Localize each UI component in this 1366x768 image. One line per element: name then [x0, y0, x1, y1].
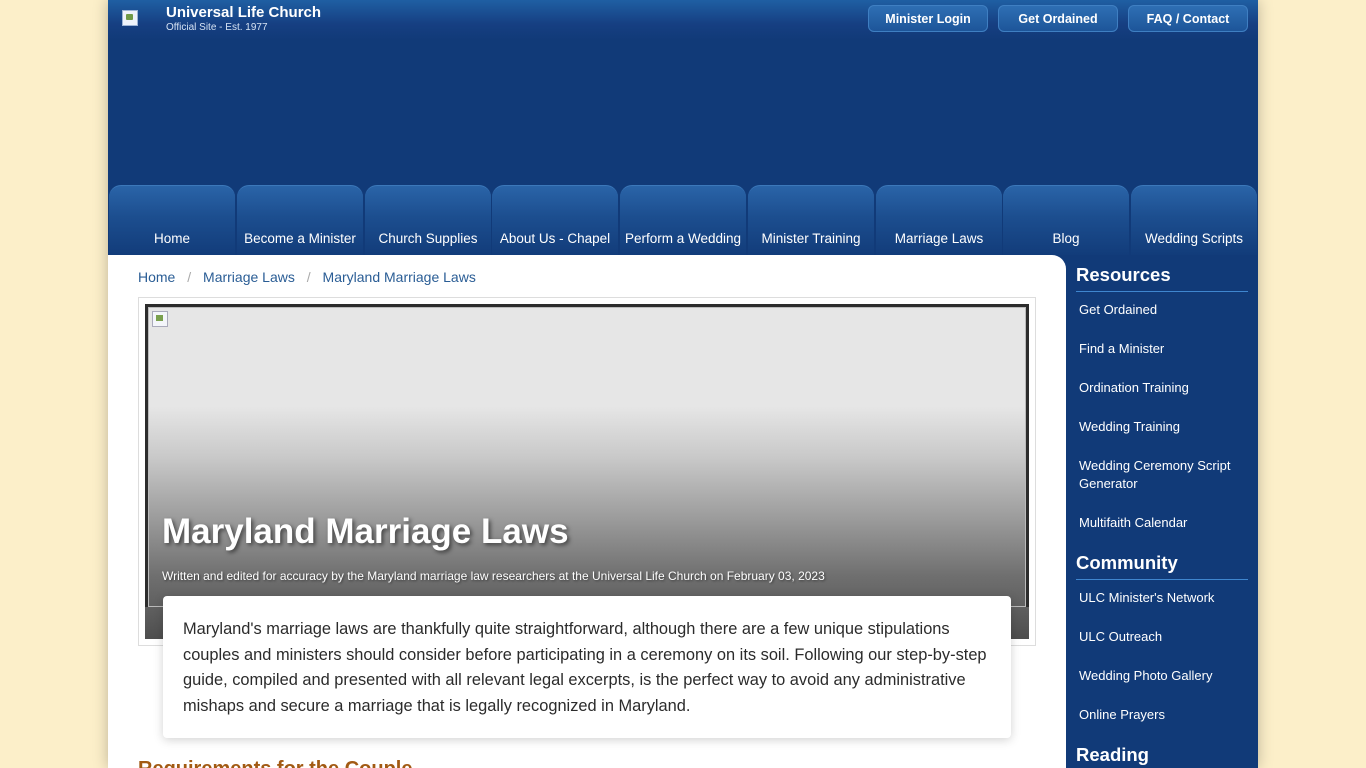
- sidebar-link-ulc-ministers-network[interactable]: ULC Minister's Network: [1079, 589, 1244, 607]
- nav-tab-wedding-scripts[interactable]: Wedding Scripts: [1131, 185, 1257, 255]
- article-byline: Written and edited for accuracy by the M…: [162, 569, 825, 583]
- sidebar-link-ordination-training[interactable]: Ordination Training: [1079, 379, 1244, 397]
- nav-tab-become-a-minister[interactable]: Become a Minister: [237, 185, 363, 255]
- site-title[interactable]: Universal Life Church: [166, 4, 321, 21]
- nav-tab-perform-a-wedding[interactable]: Perform a Wedding: [620, 185, 746, 255]
- page-title: Maryland Marriage Laws: [162, 512, 569, 551]
- sidebar-link-wedding-photo-gallery[interactable]: Wedding Photo Gallery: [1079, 667, 1244, 685]
- breadcrumb: Home / Marriage Laws / Maryland Marriage…: [138, 269, 476, 285]
- nav-tab-blog[interactable]: Blog: [1003, 185, 1129, 255]
- breadcrumb-separator: /: [306, 269, 311, 285]
- intro-card: Maryland's marriage laws are thankfully …: [163, 596, 1011, 738]
- sidebar-link-ulc-outreach[interactable]: ULC Outreach: [1079, 628, 1244, 646]
- get-ordained-button[interactable]: Get Ordained: [998, 5, 1118, 32]
- sidebar-heading-community: Community: [1076, 552, 1248, 580]
- site-wrapper: Universal Life Church Official Site - Es…: [108, 0, 1258, 768]
- hero-image: [148, 307, 1026, 607]
- breadcrumb-marriage-laws[interactable]: Marriage Laws: [203, 269, 295, 285]
- minister-login-button[interactable]: Minister Login: [868, 5, 988, 32]
- sidebar-heading-resources: Resources: [1076, 264, 1248, 292]
- sidebar-link-online-prayers[interactable]: Online Prayers: [1079, 706, 1244, 724]
- broken-image-icon: [152, 311, 168, 327]
- sidebar-link-wedding-training[interactable]: Wedding Training: [1079, 418, 1244, 436]
- breadcrumb-home[interactable]: Home: [138, 269, 175, 285]
- sidebar-link-get-ordained[interactable]: Get Ordained: [1079, 301, 1244, 319]
- top-bar: Universal Life Church Official Site - Es…: [108, 0, 1258, 40]
- nav-tab-church-supplies[interactable]: Church Supplies: [365, 185, 491, 255]
- section-heading-couple-requirements: Requirements for the Couple: [138, 758, 412, 768]
- breadcrumb-separator: /: [187, 269, 192, 285]
- nav-tab-about-us-chapel[interactable]: About Us - Chapel: [492, 185, 618, 255]
- sidebar-link-find-a-minister[interactable]: Find a Minister: [1079, 340, 1244, 358]
- nav-tab-home[interactable]: Home: [109, 185, 235, 255]
- sidebar-link-multifaith-calendar[interactable]: Multifaith Calendar: [1079, 514, 1244, 532]
- hero-banner: Maryland Marriage Laws Written and edite…: [145, 304, 1029, 639]
- site-subtitle: Official Site - Est. 1977: [166, 22, 268, 33]
- faq-contact-button[interactable]: FAQ / Contact: [1128, 5, 1248, 32]
- nav-tab-minister-training[interactable]: Minister Training: [748, 185, 874, 255]
- main-content: Home / Marriage Laws / Maryland Marriage…: [108, 255, 1066, 768]
- sidebar-heading-reading: Reading: [1076, 744, 1149, 765]
- site-logo-image[interactable]: [122, 10, 138, 26]
- intro-paragraph: Maryland's marriage laws are thankfully …: [183, 620, 987, 716]
- sidebar-link-wedding-ceremony-script-generator[interactable]: Wedding Ceremony Script Generator: [1079, 457, 1244, 493]
- hero-frame: Maryland Marriage Laws Written and edite…: [138, 297, 1036, 646]
- nav-tab-marriage-laws[interactable]: Marriage Laws: [876, 185, 1002, 255]
- breadcrumb-current[interactable]: Maryland Marriage Laws: [323, 269, 476, 285]
